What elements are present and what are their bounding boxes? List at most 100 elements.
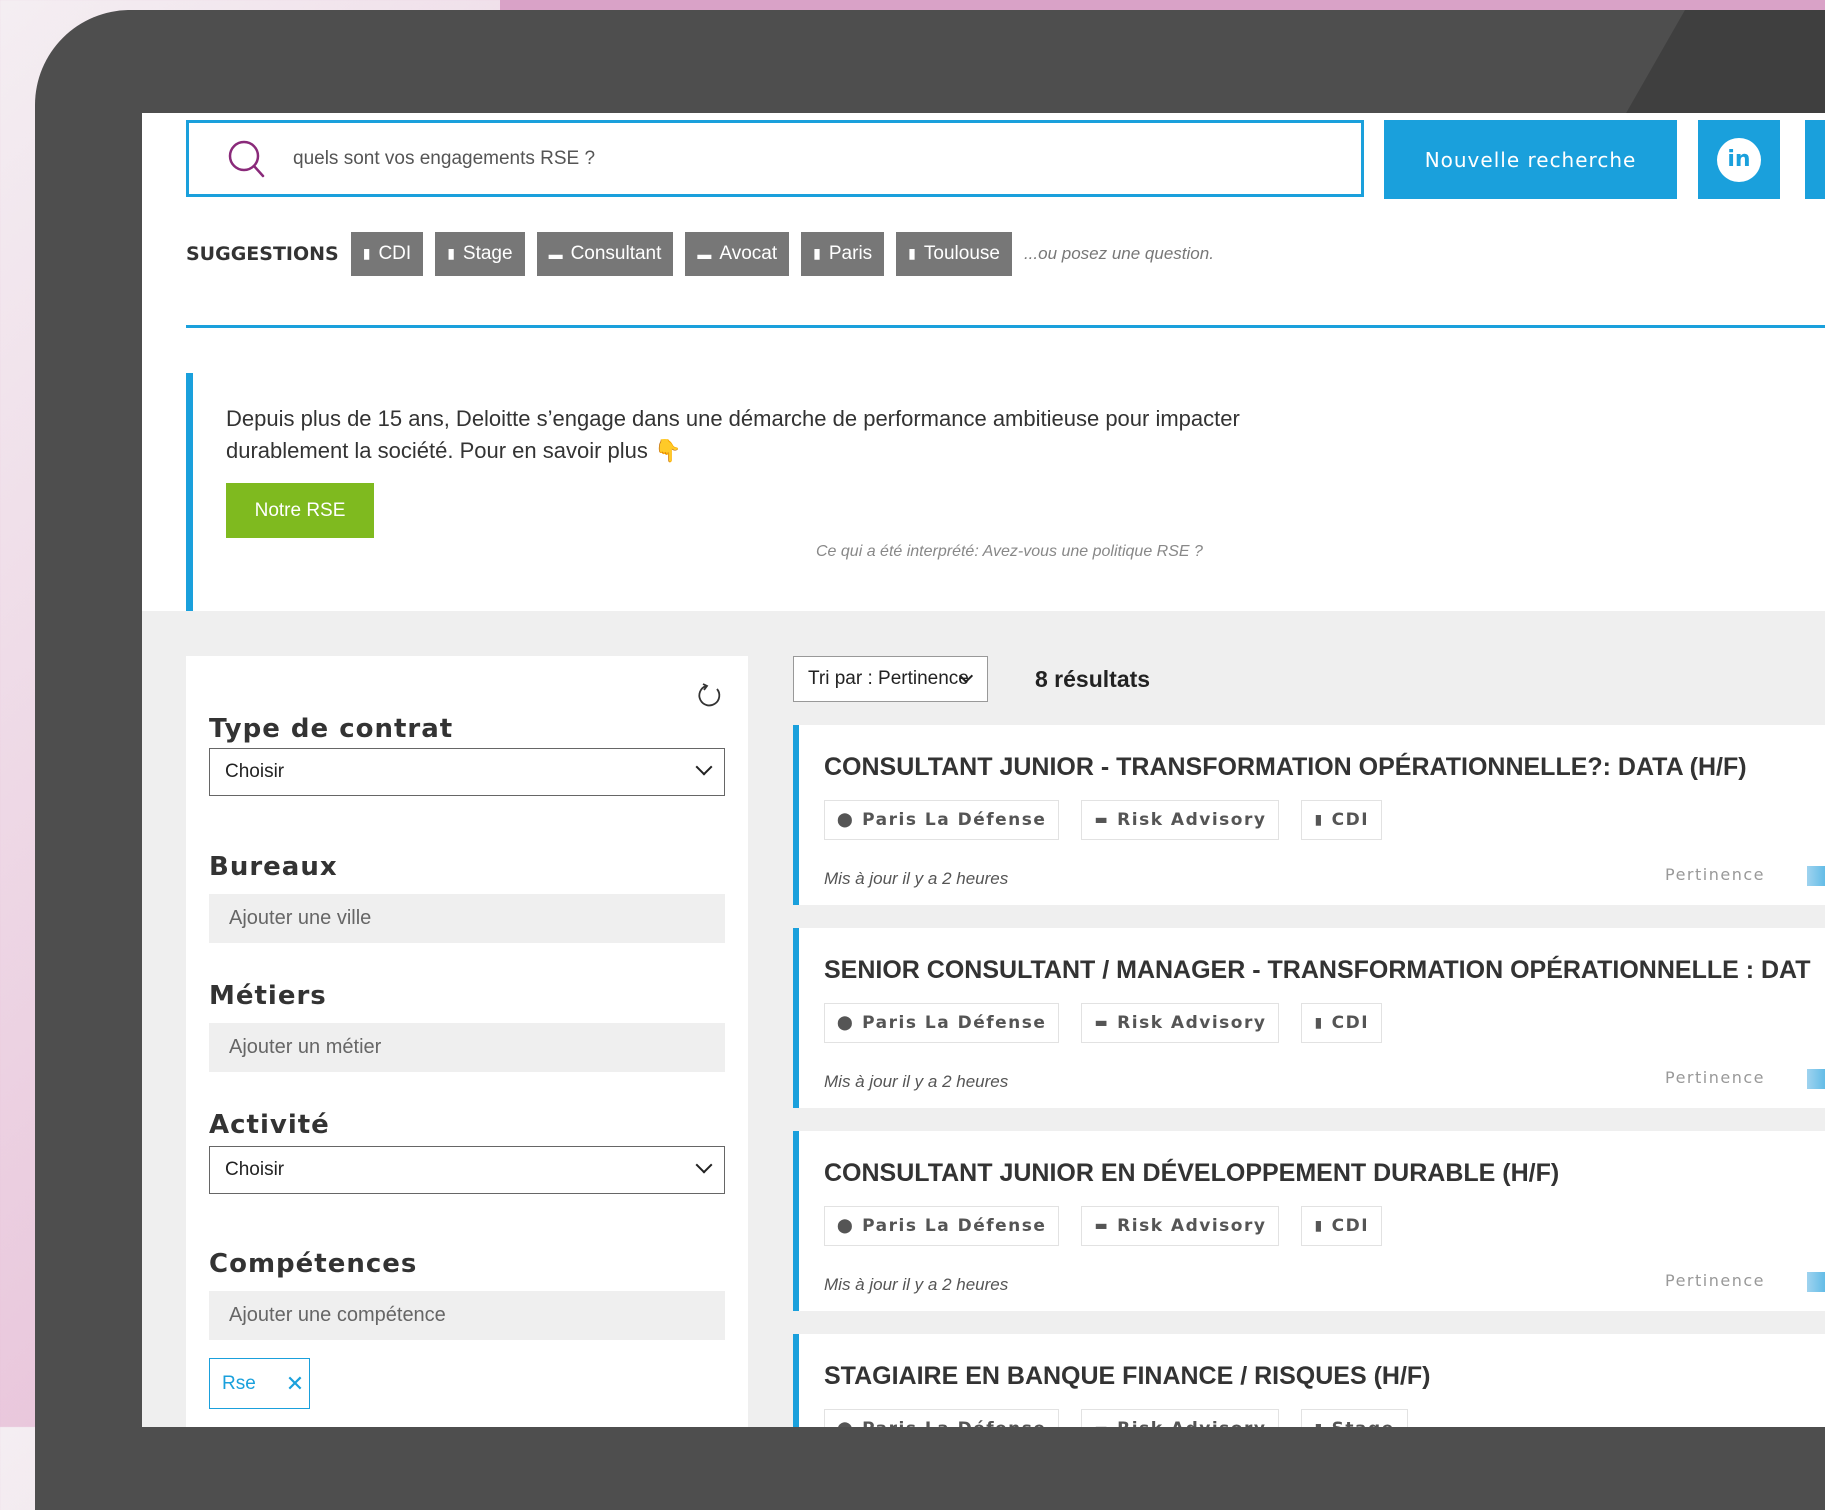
new-search-button[interactable]: Nouvelle recherche [1384, 120, 1677, 199]
job-meta: ⬤ Paris La Défense ▬ Risk Advisory ▮ CDI [824, 800, 1383, 840]
job-location: Paris La Défense [862, 1419, 1046, 1427]
skill-tag[interactable]: Rse ✕ [209, 1358, 310, 1409]
offices-label: Bureaux [209, 852, 338, 882]
jobs-label: Métiers [209, 981, 327, 1011]
suggestion-chip-cdi[interactable]: ▮ CDI [350, 231, 424, 276]
job-contract: CDI [1331, 1013, 1370, 1033]
contract-type-value: Choisir [225, 761, 285, 782]
activity-label: Activité [209, 1110, 330, 1140]
offices-input[interactable]: Ajouter une ville [209, 894, 725, 943]
relevance-bar [1807, 866, 1825, 886]
job-department: Risk Advisory [1117, 1013, 1267, 1033]
briefcase-icon: ▬ [1094, 1015, 1110, 1031]
linkedin-button[interactable]: in [1698, 120, 1780, 199]
job-meta: ⬤ Paris La Défense ▬ Risk Advisory ▮ CDI [824, 1003, 1383, 1043]
filters-panel: Type de contrat Choisir Bureaux Ajouter … [186, 656, 748, 1427]
briefcase-icon: ▬ [1094, 1218, 1110, 1234]
job-card[interactable]: STAGIAIRE EN BANQUE FINANCE / RISQUES (H… [793, 1334, 1825, 1427]
jobs-input[interactable]: Ajouter un métier [209, 1023, 725, 1072]
chevron-down-icon [695, 1156, 713, 1174]
document-icon: ▮ [1314, 1421, 1323, 1427]
job-card[interactable]: SENIOR CONSULTANT / MANAGER - TRANSFORMA… [793, 928, 1825, 1108]
suggestion-chip-consultant[interactable]: ▬ Consultant [536, 231, 674, 276]
job-title[interactable]: STAGIAIRE EN BANQUE FINANCE / RISQUES (H… [824, 1362, 1431, 1391]
sort-value: Tri par : Pertinence [808, 668, 969, 689]
location-pill: ⬤ Paris La Défense [824, 1003, 1060, 1043]
location-pin-icon: ⬤ [837, 1218, 855, 1234]
job-location: Paris La Défense [862, 810, 1047, 830]
chip-label: Stage [462, 242, 513, 264]
contract-pill: ▮ CDI [1301, 1206, 1383, 1246]
activity-value: Choisir [225, 1159, 285, 1180]
suggestions-label: SUGGESTIONS [186, 242, 339, 265]
skills-label: Compétences [209, 1249, 418, 1279]
sort-select[interactable]: Tri par : Pertinence [793, 656, 988, 702]
skills-input[interactable]: Ajouter une compétence [209, 1291, 725, 1340]
briefcase-icon: ▬ [1094, 1421, 1109, 1427]
job-card[interactable]: CONSULTANT JUNIOR EN DÉVELOPPEMENT DURAB… [793, 1131, 1825, 1311]
search-input[interactable] [291, 146, 1195, 171]
document-icon: ▮ [362, 245, 371, 261]
suggestions-bar: SUGGESTIONS ▮ CDI ▮ Stage ▬ Consultant ▬ Avo… [186, 231, 1214, 276]
answer-text: Depuis plus de 15 ans, Deloitte s’engage… [226, 406, 1240, 463]
location-pill: ⬤ Paris La Défense [824, 1409, 1060, 1427]
search-icon [219, 132, 273, 186]
suggestion-chip-stage[interactable]: ▮ Stage [435, 231, 525, 276]
close-icon[interactable]: ✕ [286, 1371, 304, 1397]
notre-rse-button[interactable]: Notre RSE [226, 483, 374, 538]
job-title[interactable]: CONSULTANT JUNIOR EN DÉVELOPPEMENT DURAB… [824, 1159, 1559, 1188]
activity-select[interactable]: Choisir [209, 1146, 725, 1194]
chip-label: Toulouse [923, 242, 1000, 264]
department-pill: ▬ Risk Advisory [1081, 1206, 1280, 1246]
document-icon: ▮ [1314, 812, 1324, 828]
location-pill: ⬤ Paris La Défense [824, 1206, 1060, 1246]
suggestion-chip-avocat[interactable]: ▬ Avocat [685, 231, 790, 276]
chip-label: CDI [378, 242, 412, 264]
results-count: 8 résultats [1035, 666, 1151, 692]
chip-label: Paris [828, 242, 873, 264]
location-pin-icon: ⬤ [837, 1015, 855, 1031]
location-pill: ⬤ Paris La Défense [824, 800, 1060, 840]
job-location: Paris La Défense [862, 1216, 1047, 1236]
document-icon: ▮ [447, 245, 455, 261]
relevance-label: Pertinence [1665, 1271, 1765, 1290]
document-icon: ▮ [908, 245, 916, 261]
job-title[interactable]: CONSULTANT JUNIOR - TRANSFORMATION OPÉRA… [824, 753, 1747, 782]
suggestion-chip-paris[interactable]: ▮ Paris [801, 231, 885, 276]
interpretation-text: Ce qui a été interprété: Avez-vous une p… [816, 543, 1203, 560]
department-pill: ▬ Risk Advisory [1081, 1409, 1280, 1427]
answer-box: Depuis plus de 15 ans, Deloitte s’engage… [186, 373, 1825, 611]
job-meta: ⬤ Paris La Défense ▬ Risk Advisory ▮ Stage [824, 1409, 1408, 1427]
relevance-label: Pertinence [1665, 865, 1765, 884]
department-pill: ▬ Risk Advisory [1081, 800, 1280, 840]
suggestions-hint: ...ou posez une question. [1023, 243, 1214, 263]
job-department: Risk Advisory [1117, 1216, 1267, 1236]
relevance-label: Pertinence [1665, 1068, 1765, 1087]
suggestion-chip-toulouse[interactable]: ▮ Toulouse [896, 231, 1012, 276]
job-contract: CDI [1331, 1216, 1370, 1236]
job-card[interactable]: CONSULTANT JUNIOR - TRANSFORMATION OPÉRA… [793, 725, 1825, 905]
document-icon: ▮ [1314, 1218, 1324, 1234]
job-title[interactable]: SENIOR CONSULTANT / MANAGER - TRANSFORMA… [824, 956, 1811, 985]
contract-pill: ▮ CDI [1301, 1003, 1383, 1043]
app-screen: Nouvelle recherche in SUGGESTIONS ▮ CDI ▮… [142, 113, 1825, 1427]
linkedin-icon: in [1717, 137, 1761, 182]
relevance-bar [1807, 1272, 1825, 1292]
job-updated: Mis à jour il y a 2 heures [824, 1275, 1009, 1294]
job-updated: Mis à jour il y a 2 heures [824, 869, 1009, 888]
search-bar[interactable] [186, 120, 1364, 197]
job-department: Risk Advisory [1117, 1419, 1266, 1427]
job-location: Paris La Défense [862, 1013, 1047, 1033]
job-contract: Stage [1332, 1419, 1395, 1427]
briefcase-icon: ▬ [1094, 812, 1110, 828]
location-pin-icon: ⬤ [837, 1421, 854, 1427]
reset-icon[interactable] [697, 682, 723, 708]
job-updated: Mis à jour il y a 2 heures [824, 1072, 1009, 1091]
extra-button[interactable] [1805, 120, 1825, 199]
chevron-down-icon [695, 758, 713, 776]
department-pill: ▬ Risk Advisory [1081, 1003, 1280, 1043]
contract-type-select[interactable]: Choisir [209, 748, 725, 796]
chip-label: Consultant [570, 242, 662, 264]
document-icon: ▮ [813, 245, 821, 261]
document-icon: ▮ [1314, 1015, 1324, 1031]
